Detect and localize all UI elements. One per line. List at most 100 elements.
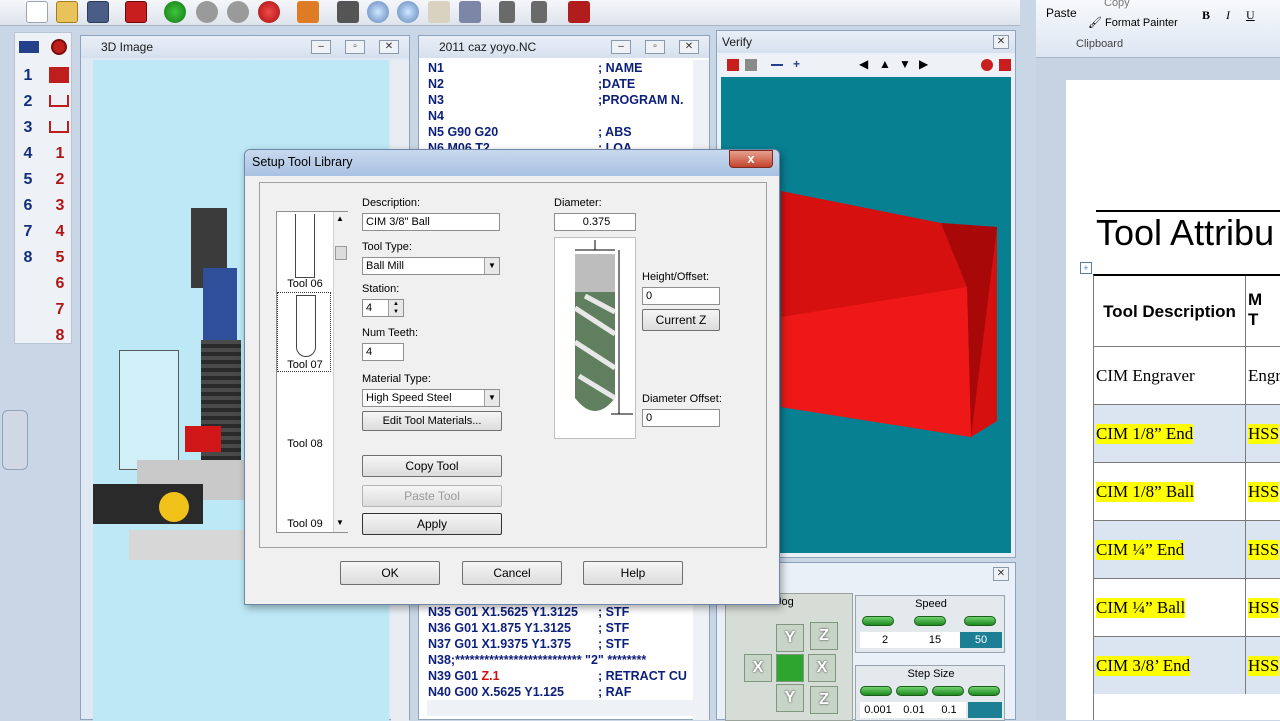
- maximize-button[interactable]: ▫: [645, 40, 665, 54]
- speed-high-button[interactable]: [964, 616, 996, 626]
- cube-icon[interactable]: [125, 1, 147, 23]
- height-offset-input[interactable]: 0: [642, 287, 720, 305]
- description-input[interactable]: CIM 3/8" Ball: [362, 213, 500, 231]
- step-3-button[interactable]: [932, 686, 964, 696]
- dialog-close-button[interactable]: x: [729, 150, 773, 168]
- tool-3-button[interactable]: 3: [17, 119, 39, 137]
- close-button[interactable]: ✕: [993, 567, 1009, 581]
- tool-1-button[interactable]: 1: [17, 67, 39, 85]
- material-cell[interactable]: HSS: [1246, 579, 1280, 636]
- home-icon[interactable]: [297, 1, 319, 23]
- step-continuous-button[interactable]: [968, 702, 1002, 718]
- tool-label[interactable]: Tool 08: [277, 438, 333, 450]
- horizontal-scrollbar[interactable]: [427, 700, 693, 716]
- grid-tool-icon[interactable]: [49, 67, 69, 83]
- tool-8-button[interactable]: 8: [17, 249, 39, 267]
- jog-y-minus-button[interactable]: Y: [776, 684, 804, 712]
- material-cell[interactable]: HSS: [1246, 463, 1280, 520]
- close-button[interactable]: ✕: [379, 40, 399, 54]
- nc-code-line[interactable]: N40 G00 X.5625 Y1.125 ; RAF: [428, 684, 631, 700]
- underline-button[interactable]: U: [1246, 8, 1255, 23]
- tool-2-button[interactable]: 2: [17, 93, 39, 111]
- nc-code-line[interactable]: N4: [428, 108, 444, 124]
- side-panel-toggle[interactable]: [2, 410, 28, 470]
- minimize-button[interactable]: –: [311, 40, 331, 54]
- camera-icon[interactable]: [337, 1, 359, 23]
- stop-icon[interactable]: [981, 59, 993, 71]
- jog-y-plus-button[interactable]: Y: [776, 624, 804, 652]
- circle-tool-icon[interactable]: [51, 39, 67, 55]
- save-icon[interactable]: [87, 1, 109, 23]
- apply-button[interactable]: Apply: [362, 513, 502, 535]
- nc-code-line[interactable]: N2 ;DATE: [428, 76, 635, 92]
- pan-hand-icon[interactable]: [428, 1, 450, 23]
- minimize-button[interactable]: –: [611, 40, 631, 54]
- material-cell[interactable]: Engr: [1246, 347, 1280, 404]
- tool-list-item-selected[interactable]: Tool 07: [277, 292, 331, 372]
- eraser-icon[interactable]: [745, 59, 757, 71]
- tool-list-scrollbar[interactable]: ▲ ▼: [333, 212, 348, 532]
- arrow-down-icon[interactable]: ▼: [899, 57, 911, 71]
- zoom-out-icon[interactable]: [771, 64, 783, 66]
- tool-6-button[interactable]: 6: [17, 197, 39, 215]
- tool-label[interactable]: Tool 09: [277, 518, 333, 530]
- maximize-button[interactable]: ▫: [345, 40, 365, 54]
- height-tool-icon[interactable]: [49, 121, 69, 133]
- play-icon[interactable]: [164, 1, 186, 23]
- arrow-up-icon[interactable]: ▲: [879, 57, 891, 71]
- material-cell[interactable]: HSS: [1246, 405, 1280, 462]
- jog-z-plus-button[interactable]: Z: [810, 622, 838, 650]
- station-stepper[interactable]: 4 ▲ ▼: [362, 299, 404, 317]
- tool-type-select[interactable]: Ball Mill ▼: [362, 257, 500, 275]
- tool-icon[interactable]: [499, 1, 515, 23]
- print-icon[interactable]: [459, 1, 481, 23]
- step-1-button[interactable]: [860, 686, 892, 696]
- table-move-handle[interactable]: +: [1080, 262, 1092, 274]
- edit-tool-materials-button[interactable]: Edit Tool Materials...: [362, 411, 502, 431]
- tool-description-cell[interactable]: CIM ¼” Ball: [1094, 579, 1246, 636]
- offset-6-button[interactable]: 6: [49, 275, 71, 293]
- pause-icon[interactable]: [196, 1, 218, 23]
- offset-4-button[interactable]: 4: [49, 223, 71, 241]
- step-icon[interactable]: [227, 1, 249, 23]
- nc-code-line[interactable]: N39 G01 Z.1 ; RETRACT CU: [428, 668, 687, 684]
- cancel-button[interactable]: Cancel: [462, 561, 562, 585]
- scroll-down-icon[interactable]: ▼: [336, 518, 344, 527]
- close-button[interactable]: ✕: [679, 40, 699, 54]
- machine-icon[interactable]: [568, 1, 590, 23]
- scroll-up-icon[interactable]: ▲: [336, 214, 344, 223]
- zoom-in-icon[interactable]: +: [793, 57, 800, 71]
- material-type-select[interactable]: High Speed Steel ▼: [362, 389, 500, 407]
- nc-code-line[interactable]: N1 ; NAME: [428, 60, 642, 76]
- zoom-icon[interactable]: [367, 1, 389, 23]
- tool-description-cell[interactable]: CIM 1/8” Ball: [1094, 463, 1246, 520]
- jog-x-plus-button[interactable]: X: [808, 654, 836, 682]
- offset-2-button[interactable]: 2: [49, 171, 71, 189]
- chevron-down-icon[interactable]: ▼: [484, 258, 499, 274]
- arrow-right-icon[interactable]: ▶: [919, 57, 928, 71]
- jog-center-button[interactable]: [776, 654, 804, 682]
- width-tool-icon[interactable]: [49, 95, 69, 107]
- offset-8-button[interactable]: 8: [49, 327, 71, 345]
- zoom-in-icon[interactable]: [397, 1, 419, 23]
- nc-code-line[interactable]: N37 G01 X1.9375 Y1.375 ; STF: [428, 636, 629, 652]
- nc-code-line[interactable]: N3 ;PROGRAM N.: [428, 92, 683, 108]
- copy-button[interactable]: Copy: [1104, 0, 1130, 9]
- material-cell[interactable]: HSS: [1246, 521, 1280, 578]
- copy-tool-button[interactable]: Copy Tool: [362, 455, 502, 477]
- tool-description-cell[interactable]: CIM 3/8’ End: [1094, 637, 1246, 694]
- tool-description-cell[interactable]: CIM 1/8” End: [1094, 405, 1246, 462]
- close-button[interactable]: ✕: [993, 35, 1009, 49]
- open-folder-icon[interactable]: [56, 1, 78, 23]
- tool-list-item[interactable]: Tool 06: [277, 212, 333, 292]
- italic-button[interactable]: I: [1226, 8, 1230, 23]
- chevron-down-icon[interactable]: ▼: [484, 390, 499, 406]
- jog-x-minus-button[interactable]: X: [744, 654, 772, 682]
- nc-code-line[interactable]: N35 G01 X1.5625 Y1.3125 ; STF: [428, 604, 629, 620]
- speed-low-button[interactable]: [862, 616, 894, 626]
- tool-list[interactable]: Tool 06 Tool 07 Tool 08 Tool 09 ▲ ▼: [276, 211, 348, 533]
- tool-7-button[interactable]: 7: [17, 223, 39, 241]
- num-teeth-input[interactable]: 4: [362, 343, 404, 361]
- jog-z-minus-button[interactable]: Z: [810, 686, 838, 714]
- stepper-arrows-icon[interactable]: ▲ ▼: [388, 300, 403, 316]
